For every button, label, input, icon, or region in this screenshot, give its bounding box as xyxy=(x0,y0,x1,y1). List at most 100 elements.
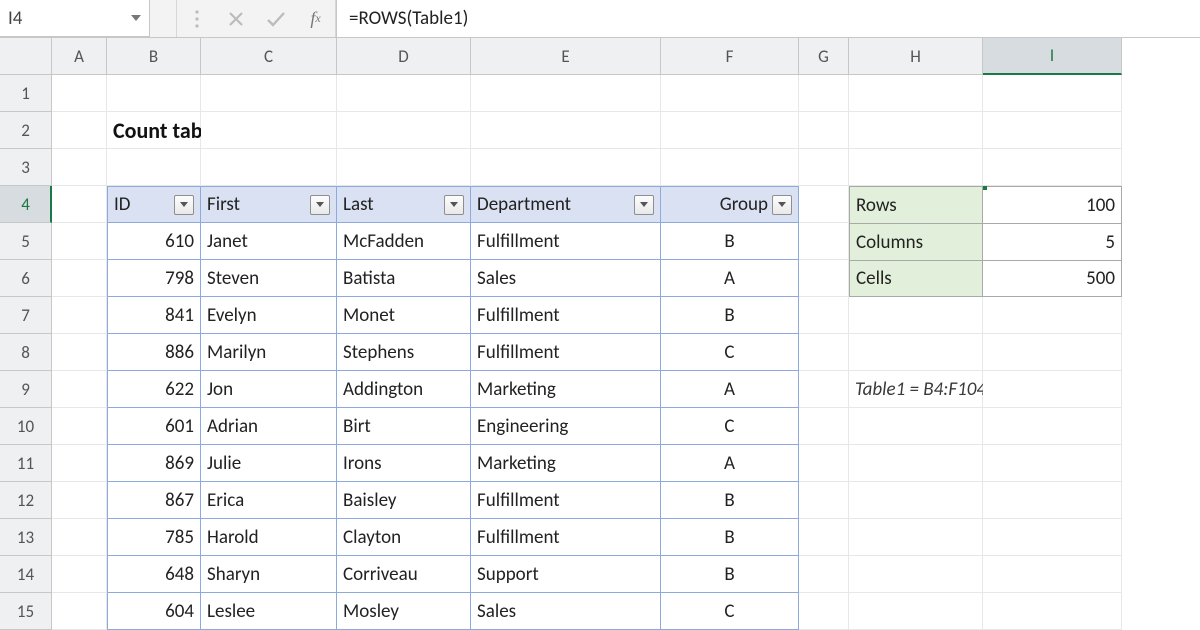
table-cell-dept[interactable]: Fulfillment xyxy=(471,297,661,334)
cell-B3[interactable] xyxy=(107,149,201,186)
row-header-9[interactable]: 9 xyxy=(0,371,52,408)
table-cell-id[interactable]: 841 xyxy=(107,297,201,334)
cell-A14[interactable] xyxy=(52,556,107,593)
cell-B1[interactable] xyxy=(107,75,201,112)
cell-H11[interactable] xyxy=(849,445,983,482)
page-title[interactable]: Count table rows xyxy=(107,112,201,149)
cell-A6[interactable] xyxy=(52,260,107,297)
cell-A10[interactable] xyxy=(52,408,107,445)
row-header-1[interactable]: 1 xyxy=(0,75,52,112)
cell-D2[interactable] xyxy=(337,112,471,149)
cell-A13[interactable] xyxy=(52,519,107,556)
cell-H7[interactable] xyxy=(849,297,983,334)
cell-H8[interactable] xyxy=(849,334,983,371)
formula-history-dots-icon[interactable] xyxy=(176,0,216,37)
row-header-12[interactable]: 12 xyxy=(0,482,52,519)
cell-I12[interactable] xyxy=(983,482,1122,519)
row-header-10[interactable]: 10 xyxy=(0,408,52,445)
cell-E1[interactable] xyxy=(471,75,661,112)
row-header-15[interactable]: 15 xyxy=(0,593,52,630)
table-cell-first[interactable]: Erica xyxy=(201,482,337,519)
select-all-corner[interactable] xyxy=(0,38,52,75)
cell-A12[interactable] xyxy=(52,482,107,519)
cell-I1[interactable] xyxy=(983,75,1122,112)
table-cell-first[interactable]: Janet xyxy=(201,223,337,260)
summary-rows-value[interactable]: 100 xyxy=(983,186,1122,223)
table-cell-last[interactable]: Baisley xyxy=(337,482,471,519)
cell-H1[interactable] xyxy=(849,75,983,112)
table-cell-group[interactable]: B xyxy=(661,223,799,260)
table-cell-dept[interactable]: Sales xyxy=(471,593,661,630)
col-header-I[interactable]: I xyxy=(983,38,1122,75)
cell-E2[interactable] xyxy=(471,112,661,149)
table-cell-last[interactable]: McFadden xyxy=(337,223,471,260)
filter-dropdown-icon[interactable] xyxy=(772,195,792,215)
cell-G14[interactable] xyxy=(799,556,849,593)
table-header-first[interactable]: First xyxy=(201,186,337,223)
formula-input[interactable]: =ROWS(Table1) xyxy=(336,0,1200,37)
table-cell-first[interactable]: Evelyn xyxy=(201,297,337,334)
table-cell-first[interactable]: Leslee xyxy=(201,593,337,630)
table-cell-id[interactable]: 785 xyxy=(107,519,201,556)
cell-A11[interactable] xyxy=(52,445,107,482)
table-cell-id[interactable]: 604 xyxy=(107,593,201,630)
cell-C2[interactable] xyxy=(201,112,337,149)
cell-A2[interactable] xyxy=(52,112,107,149)
summary-cells-value[interactable]: 500 xyxy=(983,260,1122,297)
table-cell-group[interactable]: A xyxy=(661,445,799,482)
cell-G7[interactable] xyxy=(799,297,849,334)
summary-cols-value[interactable]: 5 xyxy=(983,223,1122,260)
cell-I11[interactable] xyxy=(983,445,1122,482)
cell-I3[interactable] xyxy=(983,149,1122,186)
row-header-5[interactable]: 5 xyxy=(0,223,52,260)
spreadsheet-grid[interactable]: A B C D E F G H I 1 2 Count table rows 3… xyxy=(0,38,1200,630)
note-text[interactable]: Table1 = B4:F104 xyxy=(849,371,983,408)
table-cell-id[interactable]: 610 xyxy=(107,223,201,260)
table-cell-dept[interactable]: Sales xyxy=(471,260,661,297)
table-cell-dept[interactable]: Fulfillment xyxy=(471,519,661,556)
cell-G8[interactable] xyxy=(799,334,849,371)
cell-I2[interactable] xyxy=(983,112,1122,149)
cancel-icon[interactable] xyxy=(216,0,256,37)
table-cell-first[interactable]: Jon xyxy=(201,371,337,408)
row-header-13[interactable]: 13 xyxy=(0,519,52,556)
col-header-A[interactable]: A xyxy=(52,38,107,75)
table-cell-group[interactable]: B xyxy=(661,482,799,519)
row-header-8[interactable]: 8 xyxy=(0,334,52,371)
summary-cols-label[interactable]: Columns xyxy=(849,223,983,260)
table-cell-last[interactable]: Batista xyxy=(337,260,471,297)
cell-A5[interactable] xyxy=(52,223,107,260)
table-cell-dept[interactable]: Engineering xyxy=(471,408,661,445)
cell-I7[interactable] xyxy=(983,297,1122,334)
cell-A15[interactable] xyxy=(52,593,107,630)
cell-H14[interactable] xyxy=(849,556,983,593)
cell-I14[interactable] xyxy=(983,556,1122,593)
table-header-group[interactable]: Group xyxy=(661,186,799,223)
cell-A7[interactable] xyxy=(52,297,107,334)
table-cell-last[interactable]: Mosley xyxy=(337,593,471,630)
filter-dropdown-icon[interactable] xyxy=(634,195,654,215)
accept-check-icon[interactable] xyxy=(256,0,296,37)
table-cell-dept[interactable]: Fulfillment xyxy=(471,223,661,260)
cell-A9[interactable] xyxy=(52,371,107,408)
table-cell-id[interactable]: 867 xyxy=(107,482,201,519)
cell-I13[interactable] xyxy=(983,519,1122,556)
row-header-6[interactable]: 6 xyxy=(0,260,52,297)
filter-dropdown-icon[interactable] xyxy=(310,195,330,215)
cell-C1[interactable] xyxy=(201,75,337,112)
filter-dropdown-icon[interactable] xyxy=(174,195,194,215)
table-cell-group[interactable]: C xyxy=(661,408,799,445)
fx-icon[interactable]: fx xyxy=(296,0,336,37)
filter-dropdown-icon[interactable] xyxy=(444,195,464,215)
table-header-id[interactable]: ID xyxy=(107,186,201,223)
row-header-4[interactable]: 4 xyxy=(0,186,52,223)
table-cell-last[interactable]: Addington xyxy=(337,371,471,408)
table-header-department[interactable]: Department xyxy=(471,186,661,223)
table-cell-last[interactable]: Birt xyxy=(337,408,471,445)
cell-G11[interactable] xyxy=(799,445,849,482)
table-cell-group[interactable]: B xyxy=(661,519,799,556)
summary-rows-label[interactable]: Rows xyxy=(849,186,983,223)
table-header-last[interactable]: Last xyxy=(337,186,471,223)
cell-G1[interactable] xyxy=(799,75,849,112)
cell-G12[interactable] xyxy=(799,482,849,519)
